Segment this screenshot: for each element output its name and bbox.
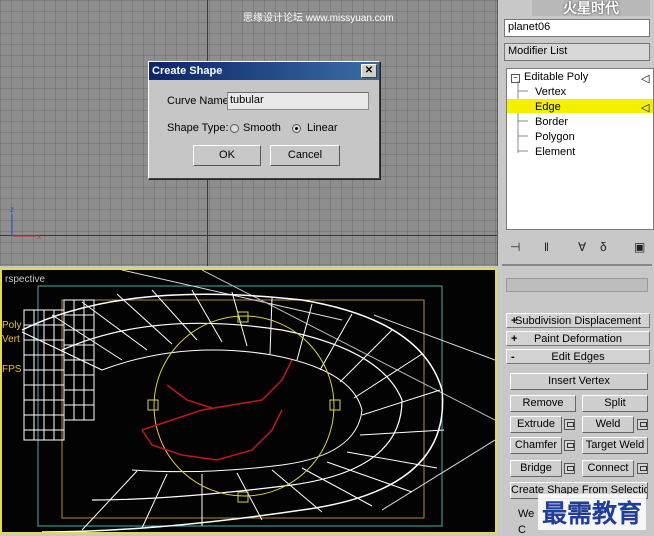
rollout-paint-deformation[interactable]: + Paint Deformation: [506, 331, 650, 346]
grid-axis-horizontal: [0, 235, 497, 236]
target-weld-button[interactable]: Target Weld: [582, 437, 648, 454]
cancel-button[interactable]: Cancel: [270, 145, 340, 166]
extrude-button[interactable]: Extrude: [510, 416, 562, 433]
bridge-settings-icon[interactable]: [564, 463, 575, 474]
create-shape-dialog: Create Shape ✕ Curve Name: tubular Shape…: [148, 61, 380, 179]
bridge-button[interactable]: Bridge: [510, 460, 562, 477]
axis-tripod-icon: z x: [10, 205, 41, 241]
dialog-title-bar[interactable]: Create Shape ✕: [149, 62, 379, 80]
partial-label-c: C: [518, 524, 526, 536]
scroll-track[interactable]: [506, 278, 648, 292]
object-name-field[interactable]: planet06: [504, 19, 650, 37]
dialog-title: Create Shape: [152, 65, 223, 77]
stack-item-vertex[interactable]: Vertex: [535, 86, 566, 98]
education-watermark: 最需教育: [537, 494, 646, 530]
connect-settings-icon[interactable]: [637, 463, 648, 474]
pin-stack-icon[interactable]: ⊣: [510, 240, 520, 254]
stack-item-edge[interactable]: Edge: [535, 101, 561, 113]
command-panel: 火星时代 planet06 Modifier List − Editable Po…: [498, 0, 654, 536]
close-icon[interactable]: ✕: [361, 64, 377, 78]
weld-button[interactable]: Weld: [582, 416, 634, 433]
panel-divider: [502, 264, 652, 266]
ok-button[interactable]: OK: [193, 145, 261, 166]
axis-x-label: x: [37, 232, 41, 241]
insert-vertex-button[interactable]: Insert Vertex: [510, 373, 648, 390]
shape-type-label: Shape Type:: [167, 122, 229, 134]
active-level-icon: ◁: [641, 102, 650, 114]
smooth-radio[interactable]: [230, 124, 239, 133]
modifier-list-dropdown[interactable]: Modifier List: [504, 43, 650, 61]
rollout-edit-edges[interactable]: - Edit Edges: [506, 349, 650, 364]
show-end-result-icon[interactable]: ‖: [544, 240, 549, 254]
remove-modifier-icon[interactable]: δ: [600, 240, 607, 254]
light-bulb-icon[interactable]: ◁: [641, 72, 649, 85]
axis-z-label: z: [10, 205, 14, 214]
perspective-viewport[interactable]: rspective Poly Vert FPS: [0, 268, 497, 534]
tree-lines: [517, 81, 528, 153]
make-unique-icon[interactable]: ∀: [578, 240, 586, 254]
site-logo: 火星时代: [532, 0, 650, 16]
linear-radio-label: Linear: [307, 122, 338, 134]
configure-sets-icon[interactable]: ▣: [634, 240, 645, 254]
split-button[interactable]: Split: [582, 395, 648, 412]
selection-highlight: [507, 99, 653, 113]
stack-item-border[interactable]: Border: [535, 116, 568, 128]
smooth-radio-label: Smooth: [243, 122, 281, 134]
chamfer-button[interactable]: Chamfer: [510, 437, 562, 454]
curve-name-label: Curve Name:: [167, 95, 232, 107]
weld-settings-icon[interactable]: [637, 419, 648, 430]
stack-item-polygon[interactable]: Polygon: [535, 131, 575, 143]
remove-button[interactable]: Remove: [510, 395, 576, 412]
partial-label-we: We: [518, 508, 535, 520]
rollout-subdivision-displacement[interactable]: + Subdivision Displacement: [506, 313, 650, 328]
connect-button[interactable]: Connect: [582, 460, 634, 477]
site-watermark: 思缘设计论坛 www.missyuan.com: [243, 13, 394, 24]
chamfer-settings-icon[interactable]: [564, 440, 575, 451]
curve-name-input[interactable]: tubular: [227, 92, 369, 110]
linear-radio[interactable]: [292, 124, 301, 133]
modifier-stack: − Editable Poly Vertex Edge Border Polygo…: [506, 68, 654, 230]
extrude-settings-icon[interactable]: [564, 419, 575, 430]
wireframe-model: [21, 270, 495, 532]
stack-item-element[interactable]: Element: [535, 146, 575, 158]
